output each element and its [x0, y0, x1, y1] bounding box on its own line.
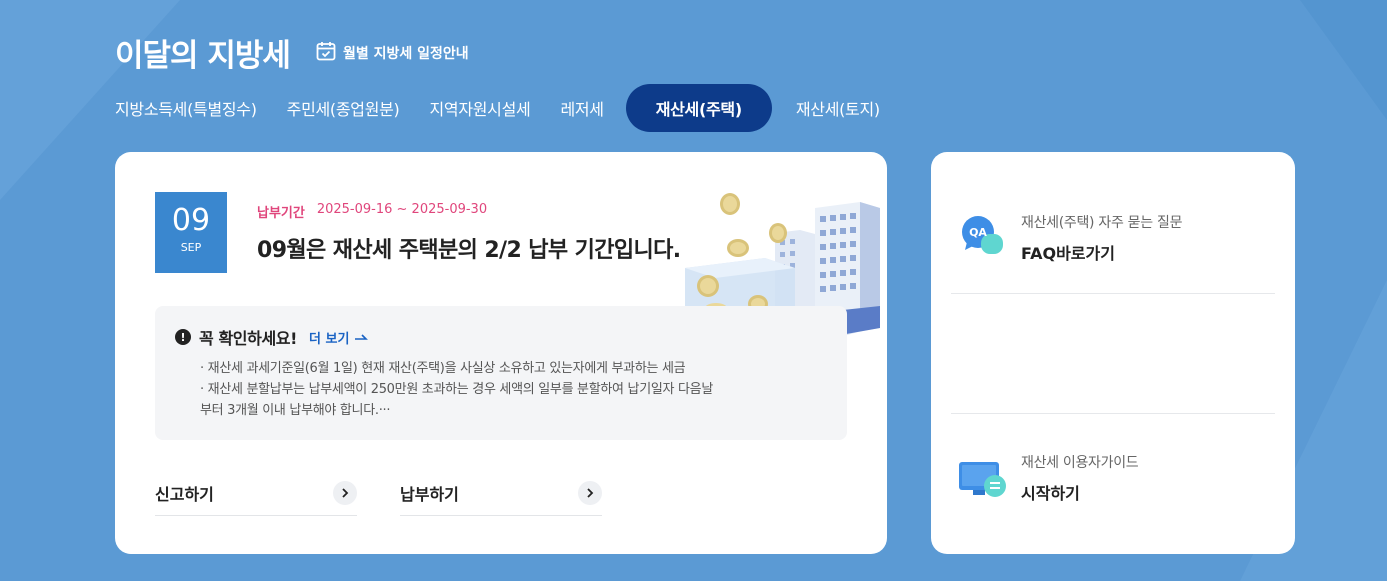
headline: 09월은 재산세 주택분의 2/2 납부 기간입니다. — [257, 238, 681, 263]
calendar-icon — [316, 41, 336, 65]
tab-leisure-tax[interactable]: 레저세 — [560, 96, 604, 120]
exclamation-icon: ! — [175, 329, 191, 345]
notice-box: ! 꼭 확인하세요! 더 보기 · 재산세 과세기준일(6월 1일) 현재 재산… — [155, 306, 847, 440]
user-guide-link[interactable]: 재산세 이용자가이드 시작하기 — [951, 448, 1275, 518]
more-link[interactable]: 더 보기 — [309, 328, 369, 347]
pay-label: 납부하기 — [400, 484, 459, 504]
faq-link[interactable]: QA 재산세(주택) 자주 묻는 질문 FAQ바로가기 — [951, 204, 1275, 274]
period-value: 2025-09-16 ~ 2025-09-30 — [316, 202, 488, 217]
tax-tabs: 지방소득세(특별징수) 주민세(종업원분) 지역자원시설세 레저세 재산세(주택… — [115, 84, 910, 132]
date-month: SEP — [180, 241, 202, 254]
faq-subtitle: 재산세(주택) 자주 묻는 질문 — [1021, 215, 1183, 231]
guide-title: 시작하기 — [1021, 484, 1080, 503]
more-link-label: 더 보기 — [309, 331, 350, 347]
notice-title: 꼭 확인하세요! — [199, 329, 297, 348]
side-card: QA 재산세(주택) 자주 묻는 질문 FAQ바로가기 재산세 이용자가이드 시… — [931, 152, 1295, 554]
chevron-right-icon — [578, 480, 602, 505]
notice-line: 부터 3개월 이내 납부해야 합니다.··· — [200, 403, 391, 418]
divider — [951, 293, 1275, 294]
pay-button[interactable]: 납부하기 — [400, 470, 602, 516]
notice-text: · 재산세 과세기준일(6월 1일) 현재 재산(주택)을 사실상 소유하고 있… — [200, 358, 820, 421]
notice-header: ! 꼭 확인하세요! 더 보기 — [175, 325, 369, 349]
faq-title: FAQ바로가기 — [1021, 244, 1115, 263]
divider — [951, 413, 1275, 414]
qa-icon-text: QA — [969, 226, 987, 239]
main-card: 09 SEP 납부기간 2025-09-16 ~ 2025-09-30 09월은… — [115, 152, 887, 554]
tab-local-income-tax[interactable]: 지방소득세(특별징수) — [115, 96, 257, 120]
tab-regional-resource-tax[interactable]: 지역자원시설세 — [430, 96, 531, 120]
monitor-guide-icon — [959, 460, 1007, 504]
tab-property-tax-housing[interactable]: 재산세(주택) — [625, 84, 772, 132]
date-day: 09 — [171, 203, 211, 238]
monthly-schedule-link[interactable]: 월별 지방세 일정안내 — [316, 41, 469, 65]
payment-period: 납부기간 2025-09-16 ~ 2025-09-30 — [257, 202, 487, 221]
notice-line: · 재산세 분할납부는 납부세액이 250만원 초과하는 경우 세액의 일부를 … — [200, 382, 713, 397]
notice-line: · 재산세 과세기준일(6월 1일) 현재 재산(주택)을 사실상 소유하고 있… — [200, 361, 686, 376]
schedule-link-label: 월별 지방세 일정안내 — [343, 46, 469, 62]
period-label: 납부기간 — [257, 206, 305, 221]
qa-chat-icon: QA — [959, 212, 1005, 262]
guide-subtitle: 재산세 이용자가이드 — [1021, 455, 1139, 471]
report-button[interactable]: 신고하기 — [155, 470, 357, 516]
arrow-right-icon — [355, 334, 369, 340]
tab-property-tax-land[interactable]: 재산세(토지) — [796, 96, 880, 120]
page-title: 이달의 지방세 — [115, 38, 291, 74]
date-badge: 09 SEP — [155, 192, 227, 273]
report-label: 신고하기 — [155, 484, 214, 504]
tab-resident-tax[interactable]: 주민세(종업원분) — [287, 96, 400, 120]
chevron-right-icon — [333, 480, 357, 505]
